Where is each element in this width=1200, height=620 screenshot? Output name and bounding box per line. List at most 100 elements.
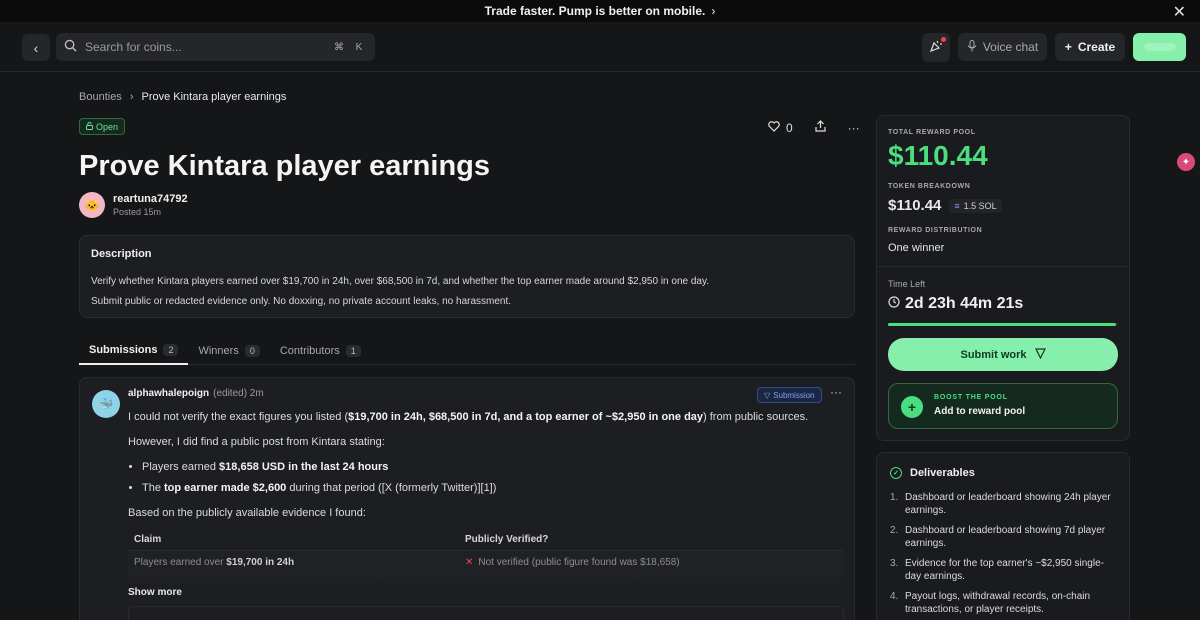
search-input[interactable] (85, 40, 327, 54)
more-options-icon[interactable]: ··· (848, 121, 860, 135)
list-item: 2. Dashboard or leaderboard showing 7d pl… (890, 524, 1118, 550)
breadcrumb-bounties[interactable]: Bounties (79, 91, 122, 103)
more-options-icon[interactable]: ··· (830, 385, 842, 399)
boost-pool-button[interactable]: + BOOST THE POOL Add to reward pool (888, 383, 1118, 429)
distribution-value: One winner (888, 242, 945, 254)
top-bar: ‹ ⌘ K Voice chat + Create (0, 22, 1200, 72)
description-line-2: Submit public or redacted evidence only.… (91, 296, 512, 307)
plus-icon: + (1064, 40, 1072, 54)
submission-badge-label: Submission (773, 390, 815, 400)
token-breakdown: $110.44 ≡ 1.5 SOL (888, 197, 1002, 214)
breadcrumb: Bounties › Prove Kintara player earnings (79, 91, 286, 103)
tab-bar: Submissions 2 Winners 0 Contributors 1 (79, 337, 855, 365)
tab-winners[interactable]: Winners 0 (188, 337, 269, 365)
claims-table: Claim Publicly Verified? Players earned … (128, 529, 844, 573)
check-circle-icon: ✓ (890, 467, 902, 479)
reward-card: TOTAL REWARD POOL $110.44 TOKEN BREAKDOW… (876, 115, 1130, 441)
heart-icon (768, 120, 780, 135)
tab-contributors[interactable]: Contributors 1 (270, 337, 371, 365)
author-name[interactable]: reartuna74792 (113, 193, 188, 205)
search-box[interactable]: ⌘ K (56, 33, 375, 61)
clock-icon (888, 295, 900, 313)
text: I could not verify the exact figures you… (128, 411, 349, 423)
submission-badge: ▽ Submission (757, 387, 822, 403)
submission-footer-box (128, 606, 844, 620)
submission-paragraph: I could not verify the exact figures you… (128, 408, 848, 426)
close-icon[interactable]: ✕ (1173, 2, 1186, 22)
show-more-button[interactable]: Show more (128, 587, 182, 598)
create-button[interactable]: + Create (1055, 33, 1125, 61)
wallet-button[interactable] (1133, 33, 1186, 61)
token-label: TOKEN BREAKDOWN (888, 183, 971, 190)
cross-icon: ✕ (465, 556, 474, 568)
extension-icon[interactable]: ✦ (1177, 153, 1195, 171)
mobile-banner[interactable]: Trade faster. Pump is better on mobile. … (0, 0, 1200, 22)
deliverables-card: ✓ Deliverables 1. Dashboard or leaderboar… (876, 452, 1130, 620)
text-bold: $19,700 in 24h (226, 556, 295, 568)
status-label: Open (96, 121, 119, 132)
pool-label: TOTAL REWARD POOL (888, 129, 976, 136)
bounty-actions: 0 ··· (768, 120, 860, 135)
boost-label: BOOST THE POOL (934, 394, 1008, 401)
deliverables-header: ✓ Deliverables (890, 467, 975, 479)
tab-count: 1 (345, 345, 361, 357)
text: Not verified (public figure found was $1… (478, 556, 680, 568)
item-text: Payout logs, withdrawal records, on-chai… (905, 591, 1091, 615)
time-left: 2d 23h 44m 21s (888, 295, 1023, 313)
description-line-1: Verify whether Kintara players earned ov… (91, 276, 710, 287)
tab-submissions[interactable]: Submissions 2 (79, 337, 189, 365)
text-bold: top earner made $2,600 (164, 482, 287, 494)
text: The (142, 482, 165, 494)
voice-chat-label: Voice chat (982, 40, 1039, 54)
text-bold: $19,700 in 24h, $68,500 in 7d, and a top… (348, 411, 704, 423)
like-button[interactable]: 0 (768, 121, 793, 135)
time-progress-fill (888, 323, 1116, 326)
item-number: 1. (890, 492, 899, 503)
submission-author[interactable]: alphawhalepoign (128, 388, 209, 399)
microphone-icon (967, 39, 977, 55)
notifications-button[interactable] (922, 33, 950, 62)
search-icon (64, 39, 77, 55)
list-item: 1. Dashboard or leaderboard showing 24h p… (890, 491, 1118, 517)
banner-text: Trade faster. Pump is better on mobile. (484, 4, 706, 18)
submission-card: 🐳 alphawhalepoign (edited) 2m ▽ Submissi… (79, 377, 855, 620)
pool-value: $110.44 (888, 140, 988, 171)
time-progress (888, 323, 1118, 326)
avatar[interactable]: 🐳 (92, 390, 120, 418)
plus-icon: + (901, 396, 923, 418)
sol-badge: ≡ 1.5 SOL (949, 198, 1002, 213)
solana-icon: ≡ (954, 200, 960, 211)
back-button[interactable]: ‹ (22, 34, 50, 61)
submission-paragraph: Based on the publicly available evidence… (128, 507, 366, 519)
submit-label: Submit work (960, 348, 1027, 361)
deliverables-list: 1. Dashboard or leaderboard showing 24h p… (890, 491, 1118, 620)
column-header: Claim (134, 534, 162, 545)
voice-chat-button[interactable]: Voice chat (958, 33, 1047, 61)
item-number: 3. (890, 558, 899, 569)
divider (877, 266, 1129, 267)
submit-work-button[interactable]: Submit work (888, 338, 1118, 371)
submission-header: alphawhalepoign (edited) 2m (128, 388, 264, 399)
item-text: Dashboard or leaderboard showing 24h pla… (905, 492, 1111, 516)
avatar[interactable]: 🐱 (79, 192, 105, 218)
sol-amount: 1.5 SOL (963, 200, 997, 211)
share-icon[interactable] (815, 120, 826, 135)
content-fade (128, 573, 844, 585)
kbd-cmd: ⌘ (334, 41, 344, 53)
lock-icon (86, 121, 93, 132)
status-badge: Open (79, 118, 126, 135)
time-left-label: Time Left (888, 279, 926, 289)
submission-list: Players earned $18,658 USD in the last 2… (142, 458, 848, 497)
tab-label: Submissions (89, 344, 158, 356)
item-text: Dashboard or leaderboard showing 7d play… (905, 525, 1106, 549)
column-header: Publicly Verified? (465, 534, 549, 545)
item-number: 2. (890, 525, 899, 536)
wallet-placeholder (1143, 43, 1176, 51)
table-cell: Players earned over $19,700 in 24h (128, 557, 465, 568)
list-item: Players earned $18,658 USD in the last 2… (142, 458, 848, 476)
description-card: Description Verify whether Kintara playe… (79, 235, 855, 318)
notification-dot (941, 37, 946, 42)
party-popper-icon (929, 39, 943, 56)
create-label: Create (1077, 40, 1116, 54)
kbd-k: K (355, 41, 363, 53)
